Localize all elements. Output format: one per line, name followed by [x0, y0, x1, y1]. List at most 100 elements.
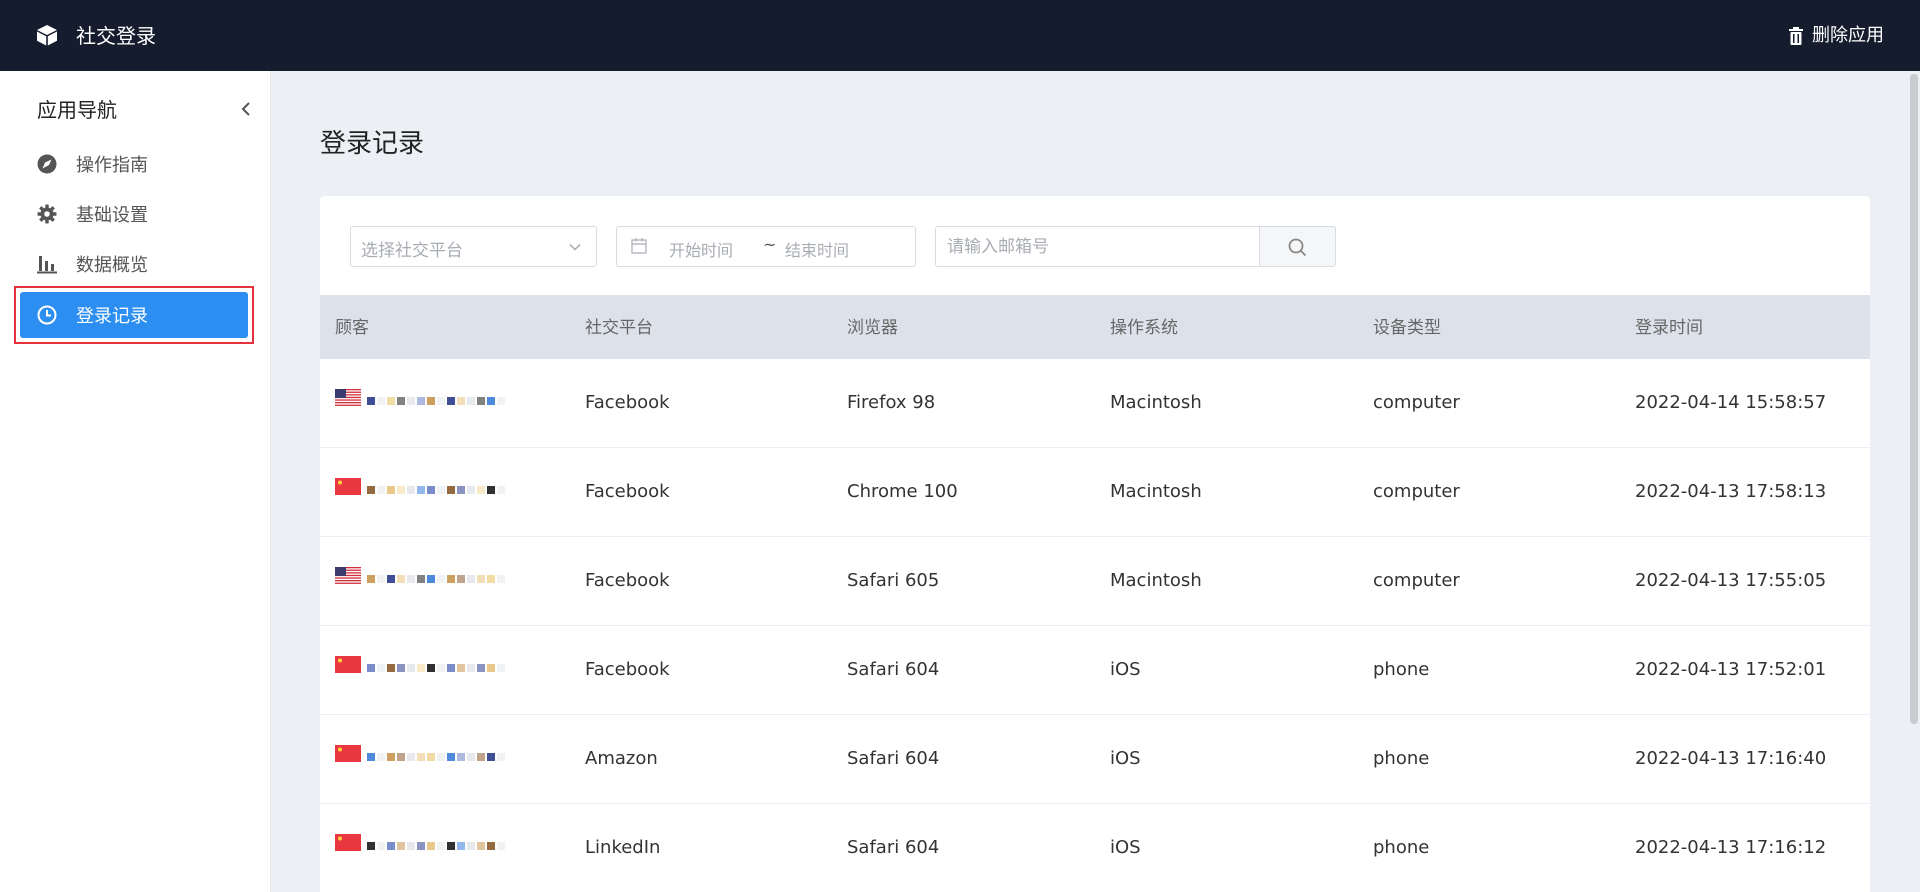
collapse-chevron-icon[interactable]: [238, 96, 254, 122]
cell-login-time: 2022-04-13 17:16:40: [1635, 748, 1827, 769]
customer-email-masked: [367, 568, 539, 592]
sidebar-item-guide[interactable]: 操作指南: [20, 141, 250, 187]
redaction-pixel: [407, 752, 415, 761]
redaction-pixel: [437, 663, 445, 672]
redaction-pixel: [367, 485, 375, 494]
redaction-pixel: [397, 485, 405, 494]
date-range-picker[interactable]: 开始时间 ~ 结束时间: [616, 226, 916, 267]
date-separator: ~: [763, 235, 777, 254]
redaction-pixel: [487, 841, 495, 850]
redaction-pixel: [427, 841, 435, 850]
search-button[interactable]: [1259, 226, 1336, 267]
chevron-down-icon: [569, 243, 581, 251]
sidebar-item-label: 登录记录: [76, 306, 148, 327]
cell-browser: Safari 604: [847, 837, 940, 858]
sidebar-item-label: 操作指南: [76, 155, 148, 176]
redaction-pixel: [397, 841, 405, 850]
redaction-pixel: [437, 841, 445, 850]
redaction-pixel: [417, 752, 425, 761]
redaction-pixel: [377, 574, 385, 583]
cell-os: Macintosh: [1110, 392, 1202, 413]
trash-icon: [1789, 27, 1803, 45]
redaction-pixel: [467, 396, 475, 405]
cell-device: phone: [1373, 659, 1430, 680]
sidebar-item-overview[interactable]: 数据概览: [20, 241, 250, 287]
page-scrollbar[interactable]: [1910, 74, 1918, 724]
cell-browser: Safari 605: [847, 570, 940, 591]
redaction-pixel: [447, 485, 455, 494]
redaction-pixel: [487, 663, 495, 672]
cell-os: Macintosh: [1110, 481, 1202, 502]
platform-select[interactable]: 选择社交平台: [350, 226, 597, 267]
redaction-pixel: [467, 752, 475, 761]
redaction-pixel: [417, 485, 425, 494]
email-input[interactable]: [936, 227, 1259, 266]
redaction-pixel: [387, 752, 395, 761]
delete-app-button[interactable]: 删除应用: [1788, 23, 1884, 49]
table-row: Facebook Chrome 100 Macintosh computer 2022-…: [320, 448, 1870, 537]
sidebar-item-login-records[interactable]: 登录记录: [20, 292, 248, 338]
cell-os: iOS: [1110, 659, 1141, 680]
cell-device: phone: [1373, 748, 1430, 769]
redaction-pixel: [377, 752, 385, 761]
page-title: 登录记录: [320, 129, 425, 159]
cell-platform: Facebook: [585, 392, 670, 413]
cell-browser: Chrome 100: [847, 481, 958, 502]
customer-email-masked: [367, 835, 539, 859]
cn-flag-icon: [335, 656, 361, 673]
redaction-pixel: [407, 663, 415, 672]
redaction-pixel: [367, 396, 375, 405]
redaction-pixel: [407, 396, 415, 405]
redaction-pixel: [417, 574, 425, 583]
redaction-pixel: [427, 663, 435, 672]
cell-os: iOS: [1110, 837, 1141, 858]
redaction-pixel: [467, 663, 475, 672]
redaction-pixel: [427, 574, 435, 583]
table-header: 顾客 社交平台 浏览器 操作系统 设备类型 登录时间: [320, 295, 1870, 359]
redaction-pixel: [497, 663, 505, 672]
cell-os: Macintosh: [1110, 570, 1202, 591]
cn-flag-icon: [335, 478, 361, 495]
cell-platform: Facebook: [585, 659, 670, 680]
cell-login-time: 2022-04-13 17:58:13: [1635, 481, 1827, 502]
redaction-pixel: [367, 752, 375, 761]
top-bar: 社交登录 删除应用: [0, 0, 1920, 71]
redaction-pixel: [497, 841, 505, 850]
redaction-pixel: [397, 752, 405, 761]
sidebar-title: 应用导航: [37, 98, 117, 122]
delete-app-label: 删除应用: [1812, 25, 1884, 46]
redaction-pixel: [367, 841, 375, 850]
cell-login-time: 2022-04-13 17:52:01: [1635, 659, 1827, 680]
us-flag-icon: [335, 567, 361, 584]
redaction-pixel: [487, 485, 495, 494]
column-header-login-time: 登录时间: [1635, 318, 1703, 338]
redaction-pixel: [487, 574, 495, 583]
email-search-field[interactable]: [935, 226, 1260, 267]
redaction-pixel: [367, 574, 375, 583]
redaction-pixel: [497, 396, 505, 405]
date-end-input[interactable]: 结束时间: [785, 237, 849, 261]
redaction-pixel: [417, 841, 425, 850]
sidebar-item-settings[interactable]: 基础设置: [20, 191, 250, 237]
cell-os: iOS: [1110, 748, 1141, 769]
cell-browser: Safari 604: [847, 659, 940, 680]
redaction-pixel: [427, 752, 435, 761]
customer-email-masked: [367, 746, 539, 770]
date-start-input[interactable]: 开始时间: [669, 237, 733, 261]
redaction-pixel: [437, 396, 445, 405]
redaction-pixel: [457, 663, 465, 672]
clock-icon: [37, 305, 57, 325]
cell-device: computer: [1373, 481, 1460, 502]
cell-login-time: 2022-04-14 15:58:57: [1635, 392, 1827, 413]
cell-login-time: 2022-04-13 17:55:05: [1635, 570, 1827, 591]
redaction-pixel: [467, 574, 475, 583]
redaction-pixel: [427, 485, 435, 494]
redaction-pixel: [407, 841, 415, 850]
redaction-pixel: [447, 574, 455, 583]
table-row: Facebook Safari 605 Macintosh computer 2022-…: [320, 537, 1870, 626]
column-header-customer: 顾客: [335, 318, 369, 338]
redaction-pixel: [377, 485, 385, 494]
redaction-pixel: [497, 752, 505, 761]
cell-platform: Facebook: [585, 481, 670, 502]
redaction-pixel: [397, 396, 405, 405]
